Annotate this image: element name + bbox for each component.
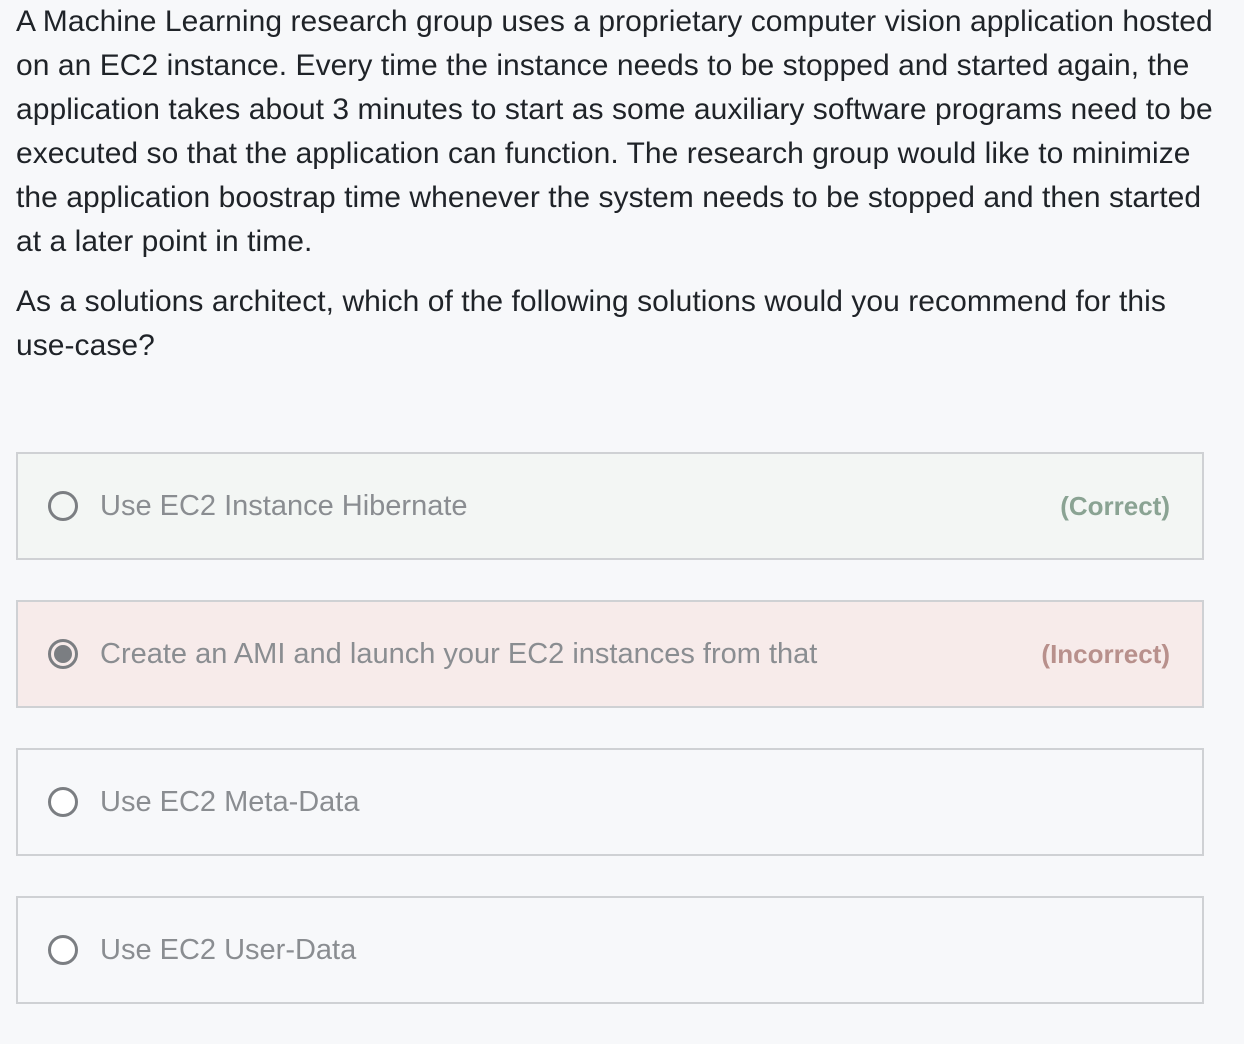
- answer-option-3[interactable]: Use EC2 Meta-Data: [16, 748, 1204, 856]
- answer-option-label: Use EC2 User-Data: [100, 933, 357, 966]
- radio-button-icon[interactable]: [48, 935, 78, 965]
- radio-button-selected-icon[interactable]: [48, 639, 78, 669]
- question-scenario: A Machine Learning research group uses a…: [16, 5, 1213, 258]
- radio-button-icon[interactable]: [48, 787, 78, 817]
- answer-option-label: Use EC2 Instance Hibernate: [100, 489, 468, 522]
- question-text: A Machine Learning research group uses a…: [16, 0, 1221, 368]
- question-prompt: As a solutions architect, which of the f…: [16, 285, 1166, 362]
- answer-option-1[interactable]: Use EC2 Instance Hibernate (Correct): [16, 452, 1204, 560]
- incorrect-badge: (Incorrect): [1041, 638, 1170, 669]
- correct-badge: (Correct): [1060, 490, 1170, 521]
- answer-options: Use EC2 Instance Hibernate (Correct) Cre…: [16, 452, 1204, 1044]
- answer-option-label: Use EC2 Meta-Data: [100, 785, 360, 818]
- radio-button-icon[interactable]: [48, 491, 78, 521]
- radio-dot-icon: [54, 645, 72, 663]
- answer-option-label: Create an AMI and launch your EC2 instan…: [100, 637, 818, 670]
- answer-option-2[interactable]: Create an AMI and launch your EC2 instan…: [16, 600, 1204, 708]
- answer-option-4[interactable]: Use EC2 User-Data: [16, 896, 1204, 1004]
